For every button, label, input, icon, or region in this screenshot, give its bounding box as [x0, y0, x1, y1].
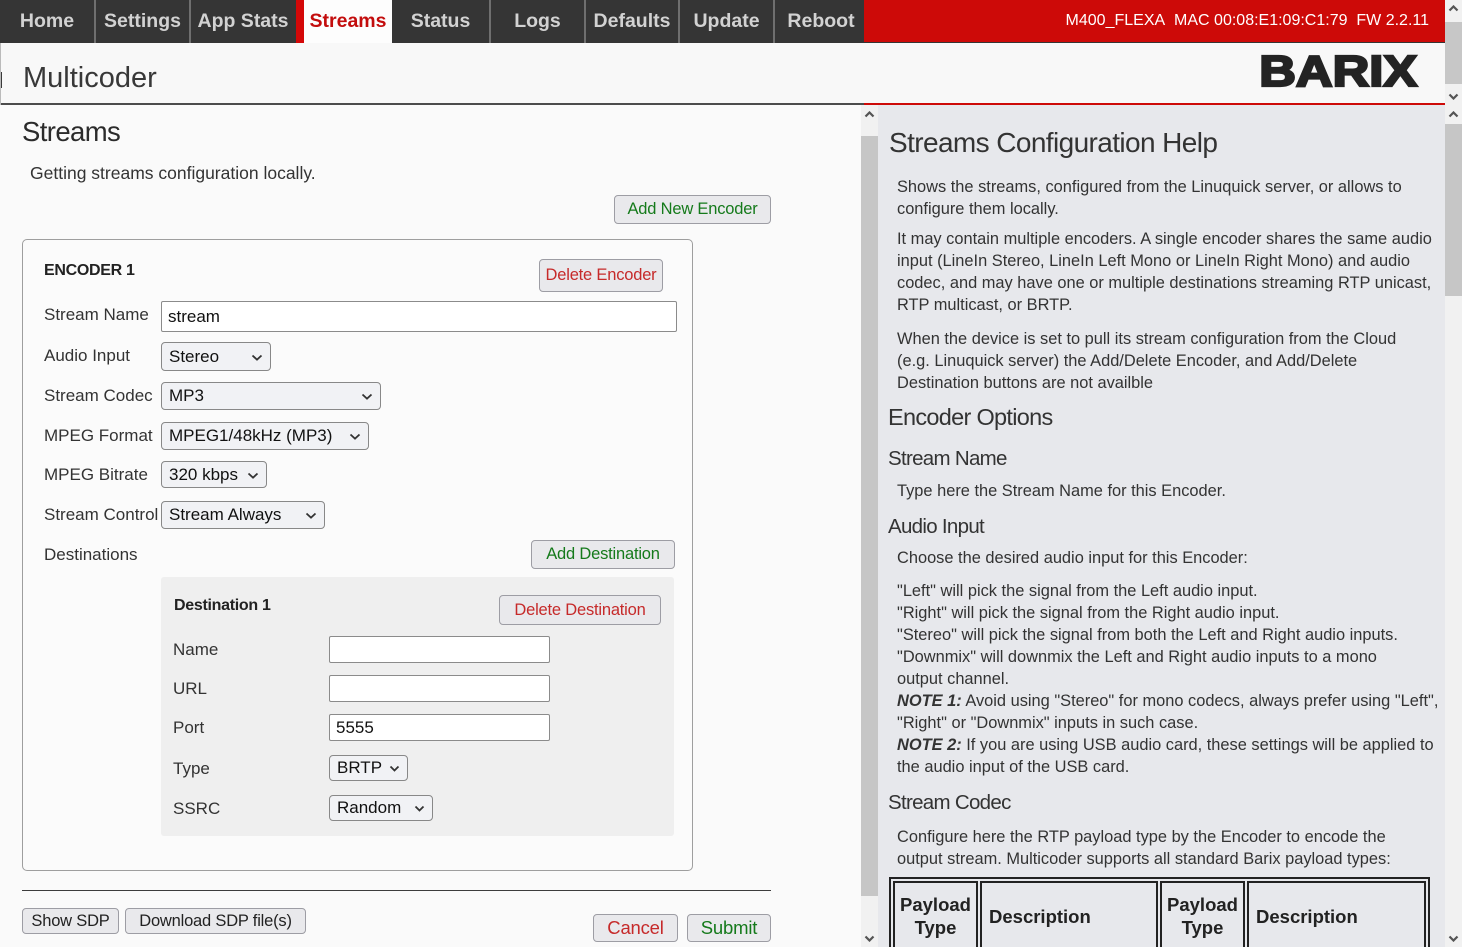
svg-text:BARIX: BARIX: [1259, 50, 1418, 90]
